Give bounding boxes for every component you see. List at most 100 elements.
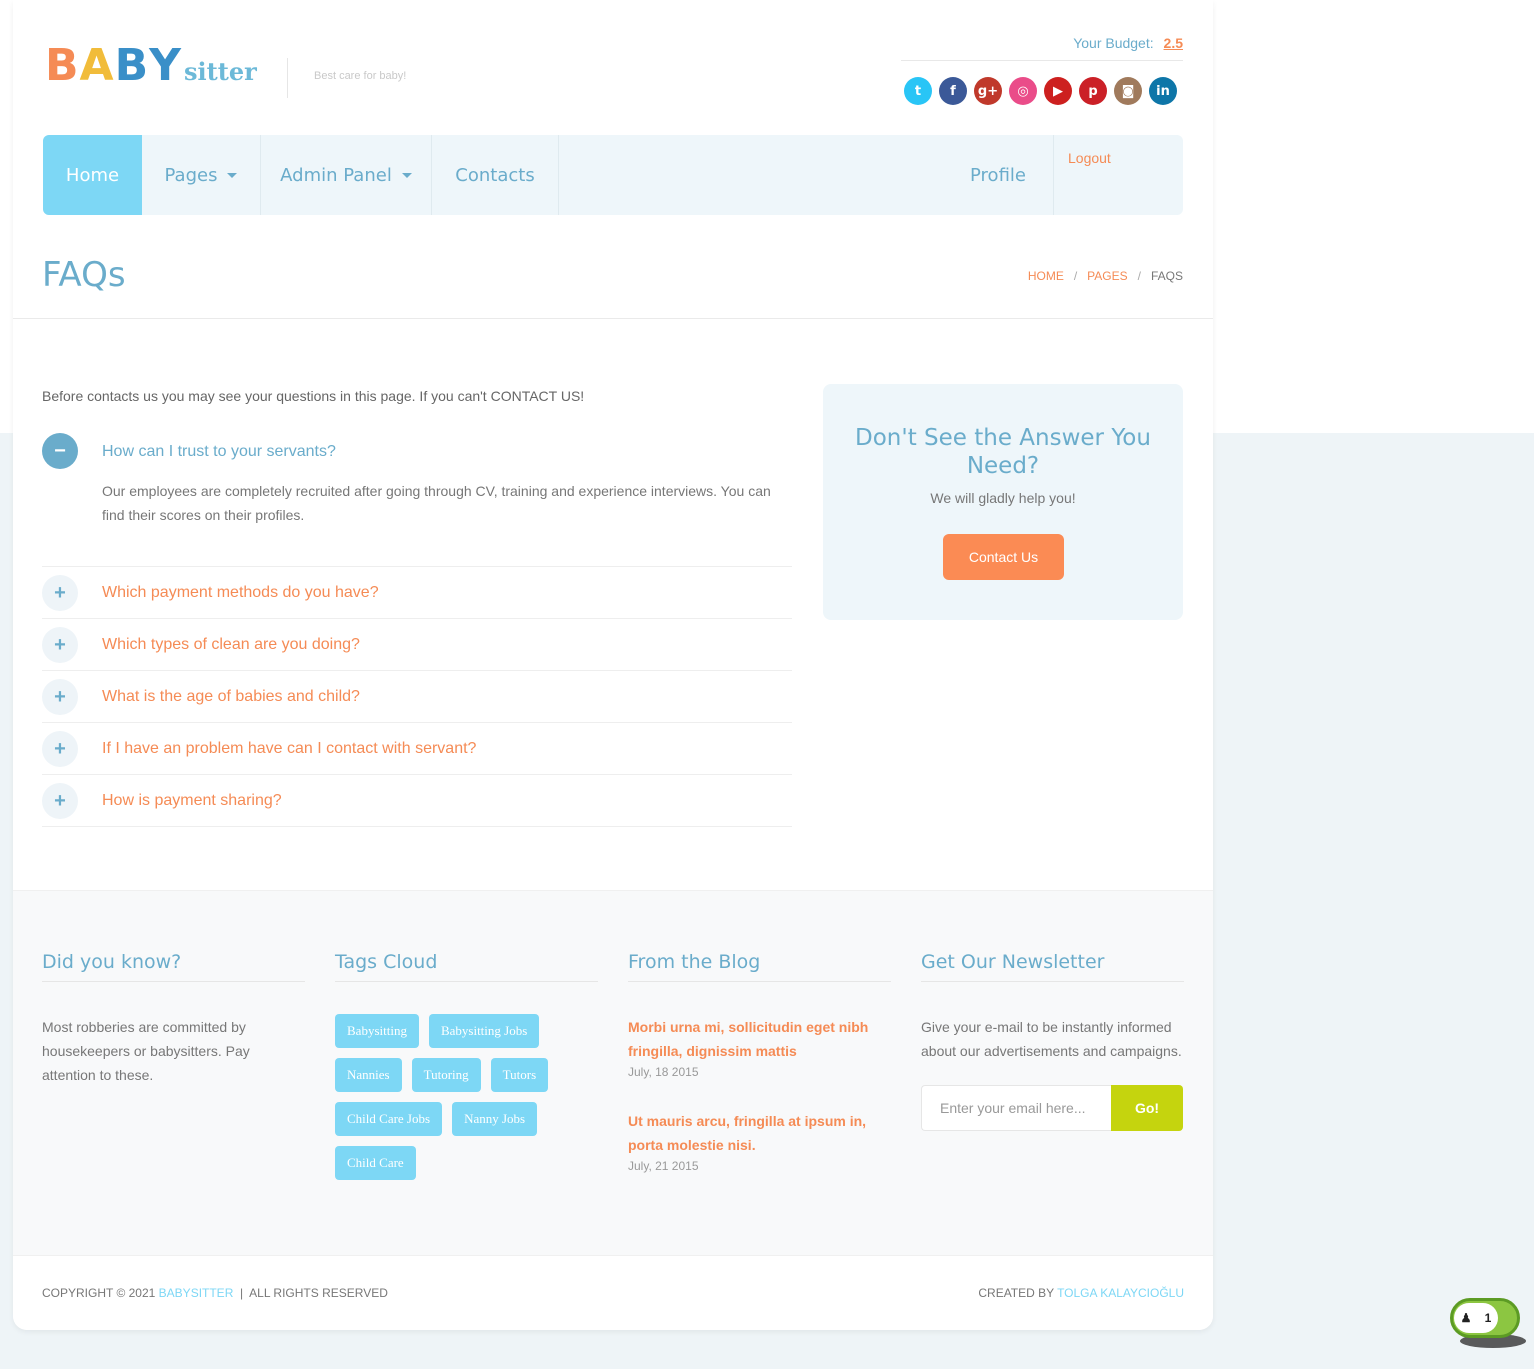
budget-value[interactable]: 2.5 [1164,35,1183,51]
author-link[interactable]: TOLGA KALAYCIOĞLU [1057,1286,1184,1300]
nav-pages[interactable]: Pages [142,135,261,215]
facebook-icon[interactable]: f [939,77,967,105]
breadcrumb: HOME / PAGES / FAQS [1028,269,1183,283]
blog-post-title[interactable]: Morbi urna mi, sollicitudin eget nibh fr… [628,1015,891,1063]
faq-question[interactable]: How is payment sharing? [102,792,282,810]
expand-icon[interactable]: + [42,679,78,715]
footer-newsletter: Get Our Newsletter Give your e-mail to b… [921,951,1184,1131]
nav-logout-label: Logout [1068,150,1111,166]
faq-item[interactable]: + Which payment methods do you have? [42,566,792,618]
linkedin-icon[interactable]: in [1149,77,1177,105]
tags-cloud-title: Tags Cloud [335,951,598,982]
did-you-know-title: Did you know? [42,951,305,982]
nav-contacts[interactable]: Contacts [432,135,559,215]
chat-count: 1 [1484,1311,1492,1325]
chevron-down-icon [401,172,412,178]
expand-icon[interactable]: + [42,627,78,663]
pinterest-icon[interactable]: p [1079,77,1107,105]
logo-letter: A [79,40,115,91]
breadcrumb-pages[interactable]: PAGES [1087,269,1127,283]
copyright-separator: | [240,1286,244,1300]
tag-child-care-jobs[interactable]: Child Care Jobs [335,1102,443,1136]
copyright-bar: COPYRIGHT © 2021 BABYSITTER | ALL RIGHTS… [13,1255,1213,1330]
tag-babysitting-jobs[interactable]: Babysitting Jobs [428,1014,540,1048]
tag-babysitting[interactable]: Babysitting [335,1014,419,1048]
chevron-down-icon [227,172,238,178]
breadcrumb-home[interactable]: HOME [1028,269,1064,283]
nav-profile-label: Profile [970,164,1026,186]
blog-post-date: July, 18 2015 [628,1065,699,1079]
logo-letter: B [114,40,150,91]
help-box-subtitle: We will gladly help you! [930,490,1076,506]
nav-home-label: Home [65,164,120,186]
nav-home[interactable]: Home [43,135,142,215]
footer-tags-cloud: Tags Cloud Babysitting Babysitting Jobs … [335,951,598,1180]
newsletter-email-input[interactable]: Enter your email here... [921,1085,1111,1131]
blog-post-title[interactable]: Ut mauris arcu, fringilla at ipsum in, p… [628,1109,891,1157]
tag-nanny-jobs[interactable]: Nanny Jobs [452,1102,538,1136]
expand-icon[interactable]: + [42,575,78,611]
google-plus-icon[interactable]: g+ [974,77,1002,105]
site-logo[interactable]: B A B Y sitter [45,40,257,91]
blog-post: Morbi urna mi, sollicitudin eget nibh fr… [628,1015,891,1079]
title-divider [13,318,1213,319]
copyright-suffix: ALL RIGHTS RESERVED [249,1286,388,1300]
twitter-icon[interactable]: t [904,77,932,105]
collapse-icon[interactable]: − [42,433,78,469]
newsletter-go-button[interactable]: Go! [1111,1085,1183,1131]
tag-nannies[interactable]: Nannies [335,1058,402,1092]
help-box: Don't See the Answer You Need? We will g… [823,384,1183,620]
blog-post-date: July, 21 2015 [628,1159,699,1173]
social-links: t f g+ ◎ ▶ p ◙ in [904,77,1177,105]
chat-widget[interactable]: ♟ 1 [1450,1298,1526,1350]
footer-did-you-know: Did you know? Most robberies are committ… [42,951,305,1087]
blog-post: Ut mauris arcu, fringilla at ipsum in, p… [628,1109,891,1173]
main-nav: Home Pages Admin Panel Contacts Profile … [43,135,1183,215]
dribbble-icon[interactable]: ◎ [1009,77,1037,105]
expand-icon[interactable]: + [42,783,78,819]
nav-admin-panel[interactable]: Admin Panel [261,135,432,215]
faq-item[interactable]: + How is payment sharing? [42,774,792,826]
nav-logout[interactable]: Logout [1053,135,1183,215]
help-box-title: Don't See the Answer You Need? [855,425,1151,479]
tag-tutoring[interactable]: Tutoring [411,1058,481,1092]
copyright-text: COPYRIGHT © 2021 BABYSITTER | ALL RIGHTS… [42,1286,388,1300]
nav-contacts-label: Contacts [455,164,535,186]
faq-item[interactable]: + What is the age of babies and child? [42,670,792,722]
chat-inner: ♟ 1 [1454,1303,1498,1333]
created-by: CREATED BY TOLGA KALAYCIOĞLU [978,1286,1184,1300]
faq-question[interactable]: Which types of clean are you doing? [102,636,360,654]
faq-question[interactable]: Which payment methods do you have? [102,584,379,602]
nav-admin-label: Admin Panel [280,164,392,186]
faq-question[interactable]: If I have an problem have can I contact … [102,740,476,758]
logo-sitter: sitter [184,57,257,86]
expand-icon[interactable]: + [42,731,78,767]
instagram-icon[interactable]: ◙ [1114,77,1142,105]
logo-letter: Y [149,40,183,91]
page-container: B A B Y sitter Best care for baby! Your … [13,0,1213,1330]
faq-item[interactable]: + Which types of clean are you doing? [42,618,792,670]
faq-question[interactable]: What is the age of babies and child? [102,688,360,706]
created-by-label: CREATED BY [978,1286,1054,1300]
tags-list: Babysitting Babysitting Jobs Nannies Tut… [335,1014,575,1180]
tag-child-care[interactable]: Child Care [335,1146,416,1180]
contact-us-button[interactable]: Contact Us [943,534,1064,580]
copyright-brand-link[interactable]: BABYSITTER [159,1286,234,1300]
faq-intro: Before contacts us you may see your ques… [42,388,585,404]
faq-item[interactable]: + If I have an problem have can I contac… [42,722,792,774]
copyright-prefix: COPYRIGHT © 2021 [42,1286,156,1300]
faq-question[interactable]: How can I trust to your servants? [102,443,336,461]
footer-blog: From the Blog Morbi urna mi, sollicitudi… [628,951,891,1173]
budget-label: Your Budget: [1073,35,1154,51]
person-icon: ♟ [1460,1311,1472,1325]
faq-divider [42,826,792,827]
did-you-know-text: Most robberies are committed by housekee… [42,1019,250,1083]
tag-tutors[interactable]: Tutors [490,1058,549,1092]
youtube-icon[interactable]: ▶ [1044,77,1072,105]
nav-profile[interactable]: Profile [943,135,1053,215]
budget-divider [901,60,1183,61]
logo-letter: B [45,40,80,91]
page-title: FAQs [42,255,126,295]
breadcrumb-separator: / [1137,269,1141,283]
footer: Did you know? Most robberies are committ… [13,890,1213,1255]
